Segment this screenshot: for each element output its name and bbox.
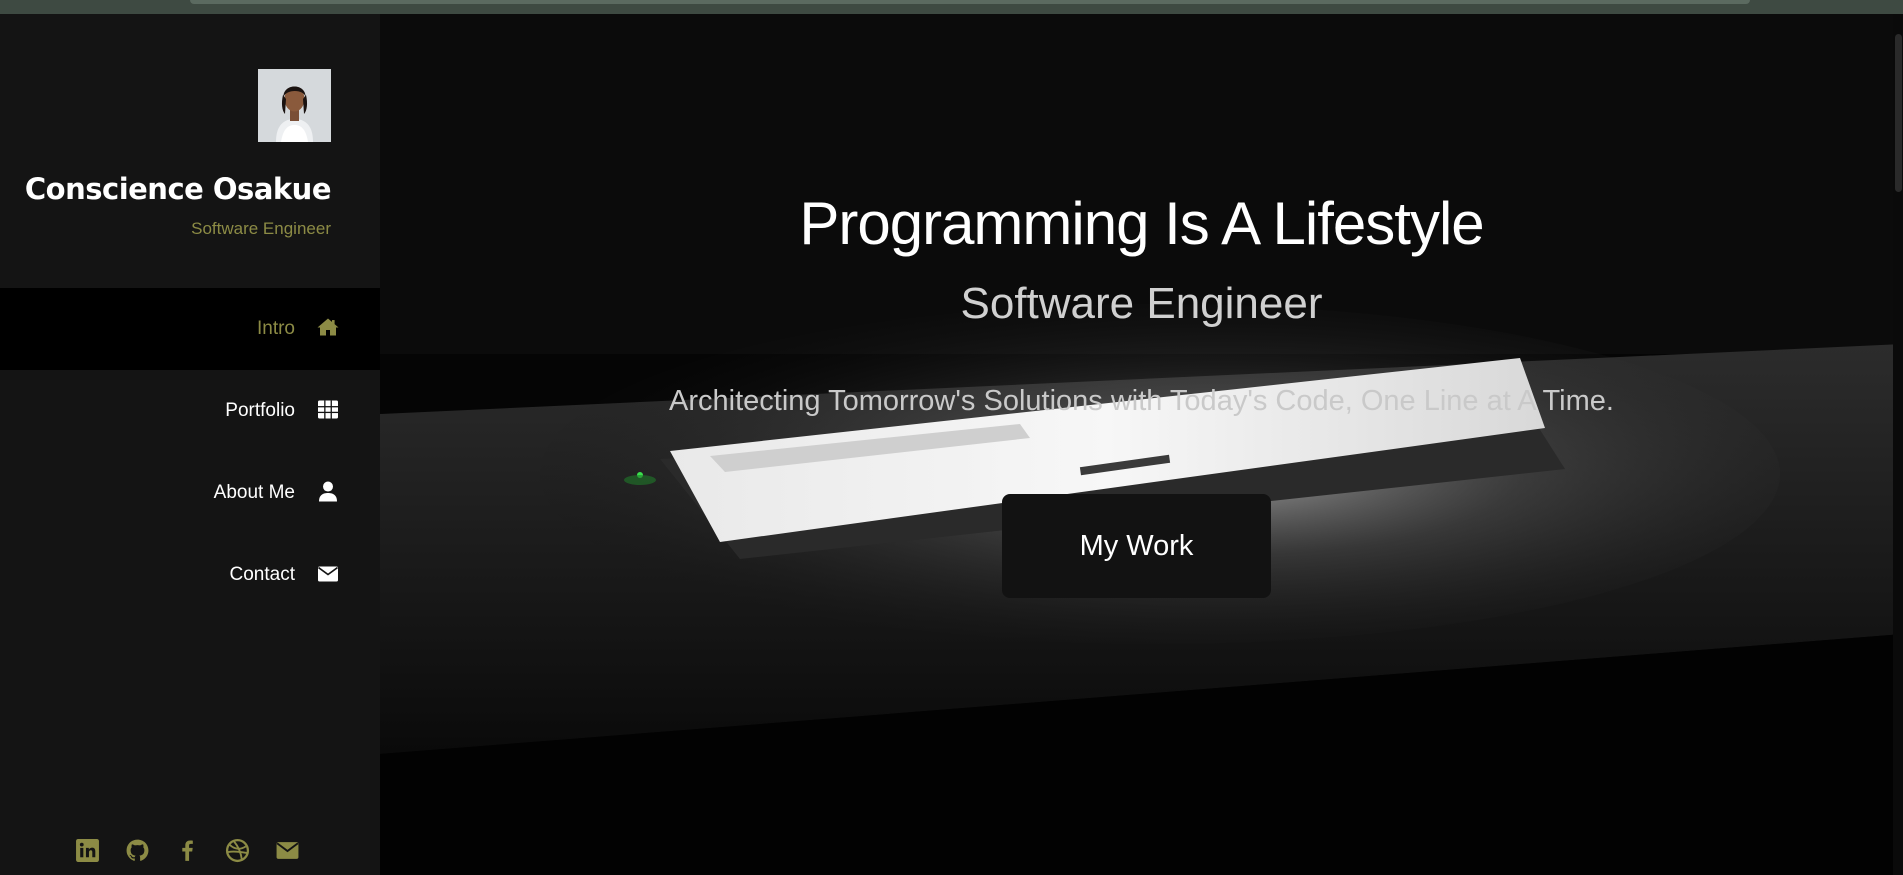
- avatar: [258, 69, 331, 142]
- user-icon: [319, 481, 337, 502]
- mail-icon[interactable]: [275, 838, 300, 863]
- linkedin-icon[interactable]: [75, 838, 100, 863]
- hero-background-image: [380, 14, 1903, 875]
- github-icon[interactable]: [125, 838, 150, 863]
- profile-role: Software Engineer: [191, 219, 331, 238]
- home-icon: [317, 318, 339, 336]
- hero-section: Programming Is A Lifestyle Software Engi…: [380, 14, 1903, 875]
- hero-title: Programming Is A Lifestyle: [799, 190, 1484, 257]
- social-links: [75, 838, 300, 863]
- page-scrollbar[interactable]: [1893, 14, 1903, 875]
- profile-name: Conscience Osakue: [24, 172, 332, 206]
- nav-item-portfolio[interactable]: Portfolio: [0, 370, 380, 452]
- facebook-icon[interactable]: [175, 838, 200, 863]
- nav-item-about-me[interactable]: About Me: [0, 452, 380, 534]
- nav-item-contact[interactable]: Contact: [0, 534, 380, 616]
- nav-item-label: Contact: [229, 564, 295, 585]
- hero-subtitle: Software Engineer: [960, 279, 1323, 328]
- browser-tab-strip: [0, 0, 1903, 14]
- dribbble-icon[interactable]: [225, 838, 250, 863]
- hero-tagline: Architecting Tomorrow's Solutions with T…: [669, 385, 1614, 417]
- nav-item-label: Intro: [256, 318, 295, 339]
- envelope-icon: [318, 566, 338, 582]
- grid-icon: [318, 400, 338, 419]
- my-work-button[interactable]: My Work: [1002, 494, 1271, 598]
- sidebar: Conscience Osakue Software Engineer Intr…: [0, 14, 380, 875]
- nav-item-label: Portfolio: [225, 400, 295, 421]
- browser-address-bar-edge: [190, 0, 1750, 4]
- nav-item-label: About Me: [213, 482, 295, 503]
- sidebar-nav: Intro Portfolio About Me Contact: [0, 288, 380, 616]
- scrollbar-thumb[interactable]: [1895, 34, 1902, 192]
- nav-item-intro[interactable]: Intro: [0, 288, 380, 370]
